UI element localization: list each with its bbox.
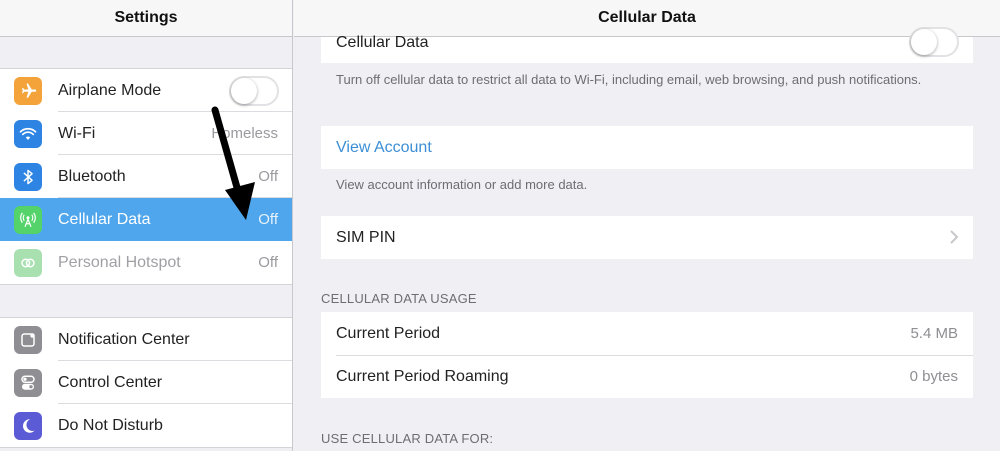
airplane-icon (14, 77, 42, 105)
sidebar-item-notification-center[interactable]: Notification Center (0, 318, 292, 361)
usage-row-current-period: Current Period 5.4 MB (321, 312, 973, 355)
toggle-knob (911, 29, 937, 55)
usage-section-header: CELLULAR DATA USAGE (321, 291, 477, 306)
page-title: Cellular Data (294, 0, 1000, 37)
usage-card: Current Period 5.4 MB Current Period Roa… (321, 312, 973, 398)
use-cellular-for-header: USE CELLULAR DATA FOR: (321, 431, 494, 446)
hotspot-icon (14, 249, 42, 277)
view-account-row[interactable]: View Account (321, 126, 973, 169)
toggle-knob (231, 78, 257, 104)
sidebar-item-label: Airplane Mode (58, 81, 162, 99)
cellular-data-label: Cellular Data (336, 34, 429, 51)
sidebar-item-label: Wi-Fi (58, 124, 96, 142)
wifi-icon (14, 120, 42, 148)
sidebar-item-control-center[interactable]: Control Center (0, 361, 292, 404)
bluetooth-icon (14, 163, 42, 191)
sidebar-item-wifi[interactable]: Wi-Fi Homeless (0, 112, 292, 155)
cellular-status-value: Off (258, 211, 278, 228)
cellular-footnote: Turn off cellular data to restrict all d… (336, 72, 922, 87)
sidebar-group-connectivity: Airplane Mode Wi-Fi Homeless Bluetooth O… (0, 68, 292, 285)
hotspot-status-value: Off (258, 254, 278, 271)
sidebar-title: Settings (0, 0, 292, 37)
sim-pin-row[interactable]: SIM PIN (321, 216, 973, 259)
cellular-data-toggle[interactable] (909, 27, 959, 57)
sidebar-item-label: Bluetooth (58, 167, 126, 185)
usage-value: 0 bytes (909, 368, 958, 385)
sidebar-group-system: Notification Center Control Center Do No… (0, 317, 292, 448)
sidebar-item-bluetooth[interactable]: Bluetooth Off (0, 155, 292, 198)
sidebar-item-personal-hotspot[interactable]: Personal Hotspot Off (0, 241, 292, 284)
sidebar-item-label: Do Not Disturb (58, 416, 163, 434)
usage-row-current-period-roaming: Current Period Roaming 0 bytes (321, 355, 973, 398)
sidebar-item-label: Control Center (58, 373, 163, 391)
usage-value: 5.4 MB (910, 325, 958, 342)
chevron-right-icon (950, 230, 959, 244)
view-account-footnote: View account information or add more dat… (336, 177, 588, 192)
cellular-data-panel: Cellular Data Cellular Data Turn off cel… (294, 0, 1000, 451)
cellular-data-row: Cellular Data (321, 27, 973, 64)
settings-sidebar: Settings Airplane Mode Wi-Fi Homeless Bl… (0, 0, 293, 451)
view-account-link[interactable]: View Account (336, 139, 432, 157)
airplane-mode-toggle[interactable] (229, 76, 279, 106)
sim-pin-label: SIM PIN (336, 228, 396, 246)
notification-center-icon (14, 326, 42, 354)
sidebar-item-do-not-disturb[interactable]: Do Not Disturb (0, 404, 292, 447)
cellular-toggle-card: Cellular Data (321, 27, 973, 64)
sidebar-item-cellular-data[interactable]: Cellular Data Off (0, 198, 292, 241)
sidebar-item-label: Cellular Data (58, 210, 151, 228)
bluetooth-status-value: Off (258, 168, 278, 185)
view-account-card: View Account (321, 126, 973, 169)
usage-label: Current Period (336, 324, 441, 342)
control-center-icon (14, 369, 42, 397)
wifi-network-value: Homeless (211, 125, 278, 142)
cellular-icon (14, 206, 42, 234)
usage-label: Current Period Roaming (336, 367, 509, 385)
sidebar-item-label: Notification Center (58, 330, 190, 348)
moon-icon (14, 412, 42, 440)
sidebar-item-label: Personal Hotspot (58, 253, 181, 271)
sim-pin-card: SIM PIN (321, 216, 973, 259)
sidebar-item-airplane-mode[interactable]: Airplane Mode (0, 69, 292, 112)
